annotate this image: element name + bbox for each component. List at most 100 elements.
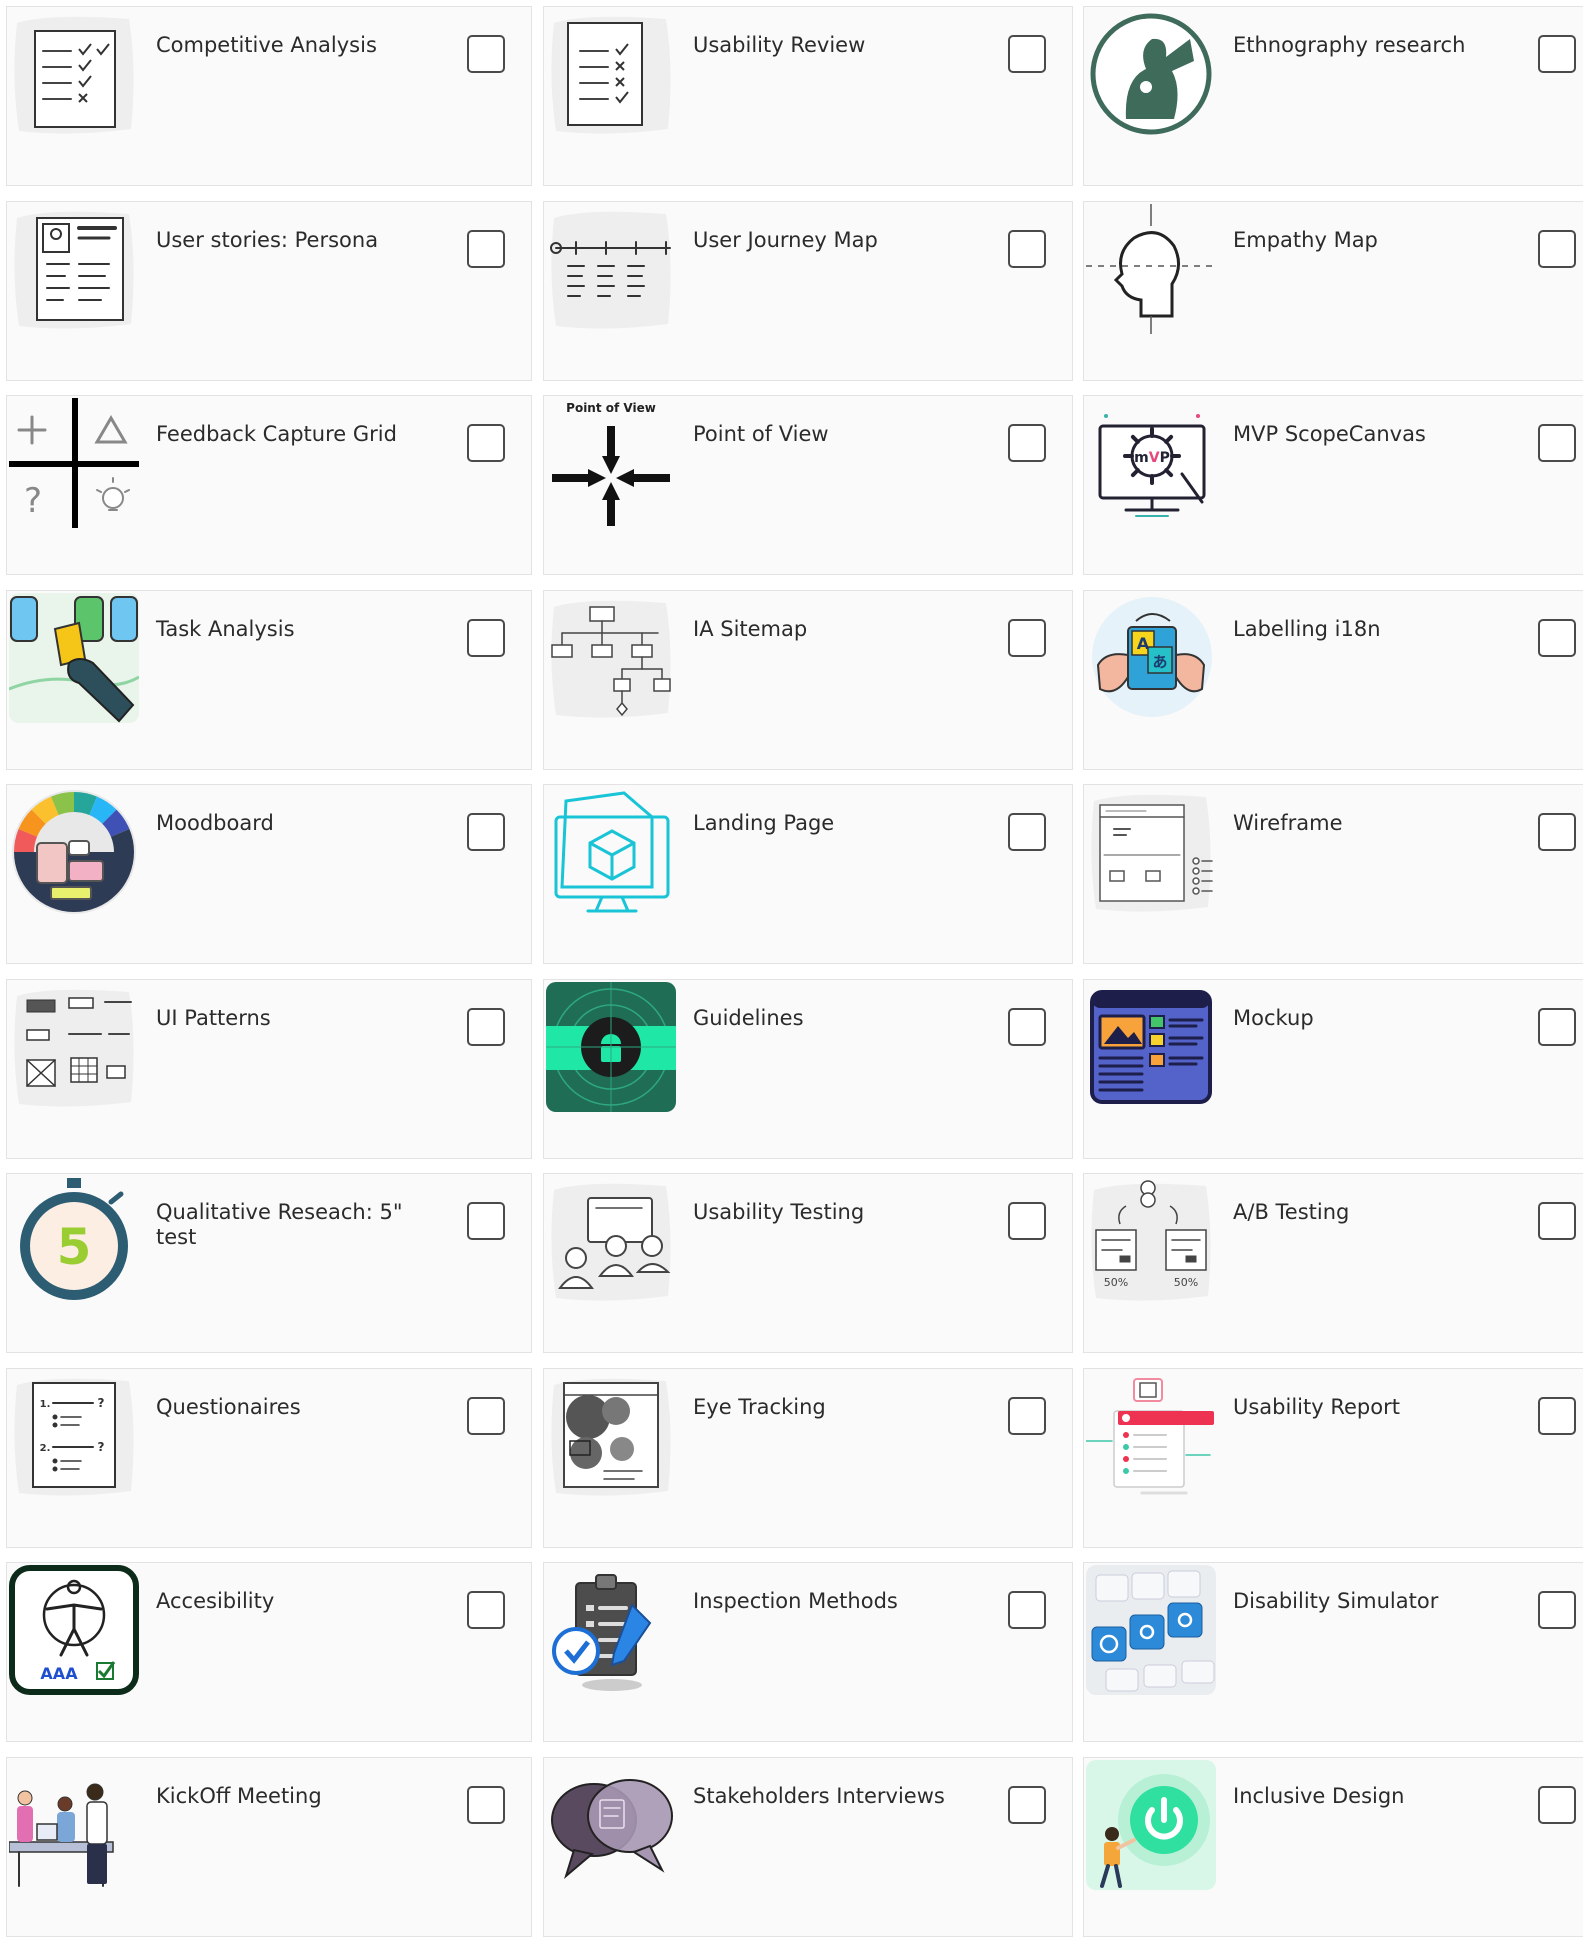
method-card-label: Empathy Map [1233, 227, 1378, 252]
svg-text:?: ? [24, 481, 42, 521]
method-card-checkbox[interactable] [1008, 424, 1046, 462]
mockup-browser-icon [1086, 982, 1216, 1112]
method-card-ethnography-research[interactable]: Ethnography research [1083, 6, 1583, 186]
method-card-guidelines[interactable]: Guidelines [543, 978, 1073, 1159]
method-card-ui-patterns[interactable]: UI Patterns [6, 978, 532, 1159]
method-card-label: Accesibility [156, 1589, 275, 1613]
method-card-label: Task Analysis [156, 616, 295, 641]
accessibility-keyboard-icon [1086, 1565, 1216, 1695]
method-card-questionaires[interactable]: 1.? 2.? Questionaires [6, 1367, 532, 1548]
method-card-label: Inclusive Design [1233, 1783, 1405, 1808]
method-card-a-b-testing[interactable]: 50% 50% A/B Testing [1083, 1173, 1583, 1353]
method-card-inclusive-design[interactable]: Inclusive Design [1083, 1756, 1583, 1937]
method-card-checkbox[interactable] [1538, 618, 1576, 657]
heatmap-page-icon [546, 1371, 676, 1501]
method-card-checkbox[interactable] [467, 424, 505, 462]
color-wheel-icon [9, 787, 139, 917]
review-checklist-icon [546, 9, 676, 139]
method-card-checkbox[interactable] [1008, 1785, 1046, 1824]
method-card-checkbox[interactable] [1008, 1591, 1046, 1629]
method-card-mvp-scopecanvas[interactable]: mVP MVP ScopeCanvas [1083, 395, 1583, 575]
method-card-checkbox[interactable] [467, 1591, 505, 1629]
accessibility-aaa-icon: AAA [9, 1565, 139, 1695]
method-card-disability-simulator[interactable]: Disability Simulator [1083, 1562, 1583, 1742]
method-card-usability-testing[interactable]: Usability Testing [543, 1173, 1073, 1353]
method-card-checkbox[interactable] [1008, 1202, 1046, 1240]
method-card-checkbox[interactable] [1538, 1591, 1576, 1629]
method-card-checkbox[interactable] [1538, 813, 1576, 851]
method-card-ia-sitemap[interactable]: IA Sitemap [543, 589, 1073, 770]
method-card-checkbox[interactable] [1008, 618, 1046, 657]
svg-text:あ: あ [1152, 653, 1167, 671]
svg-text:Point of View: Point of View [566, 401, 656, 415]
method-card-point-of-view[interactable]: Point of View Point of View [543, 395, 1073, 575]
method-card-checkbox[interactable] [467, 813, 505, 851]
method-card-label: Labelling i18n [1233, 616, 1381, 641]
method-card-qualitative-reseach-5-test[interactable]: 5 Qualitative Reseach: 5" test [6, 1173, 532, 1353]
converging-arrows-icon: Point of View [546, 398, 676, 528]
task-cards-hand-icon [9, 592, 139, 723]
method-card-checkbox[interactable] [1538, 35, 1576, 73]
method-card-usability-report[interactable]: Usability Report [1083, 1367, 1583, 1548]
method-card-grid: Competitive Analysis Usability Review Ethn… [0, 0, 1583, 1937]
method-card-checkbox[interactable] [467, 1785, 505, 1824]
method-card-label: A/B Testing [1233, 1200, 1350, 1224]
method-card-eye-tracking[interactable]: Eye Tracking [543, 1367, 1073, 1548]
persona-card-icon [9, 204, 139, 334]
method-card-label: Competitive Analysis [156, 33, 377, 57]
ui-patterns-sketch-icon [9, 982, 139, 1112]
method-card-checkbox[interactable] [467, 1396, 505, 1435]
speech-bubbles-icon [546, 1760, 676, 1890]
method-card-checkbox[interactable] [1538, 424, 1576, 462]
sitemap-tree-icon [546, 593, 676, 723]
ab-split-icon: 50% 50% [1086, 1176, 1216, 1306]
method-card-usability-review[interactable]: Usability Review [543, 6, 1073, 186]
head-profile-icon [1086, 203, 1216, 334]
method-card-user-stories-persona[interactable]: User stories: Persona [6, 200, 532, 381]
method-card-label: Qualitative Reseach: 5" test [156, 1200, 403, 1250]
method-card-checkbox[interactable] [1538, 1785, 1576, 1824]
method-card-checkbox[interactable] [1538, 1396, 1576, 1435]
power-button-icon [1086, 1759, 1216, 1890]
svg-text:?: ? [98, 1440, 105, 1454]
method-card-checkbox[interactable] [1008, 813, 1046, 851]
method-card-empathy-map[interactable]: Empathy Map [1083, 200, 1583, 381]
method-card-label: Wireframe [1233, 811, 1343, 835]
method-card-feedback-capture-grid[interactable]: ? Feedback Capture Grid [6, 395, 532, 575]
method-card-checkbox[interactable] [1008, 35, 1046, 73]
method-card-label: Eye Tracking [693, 1394, 826, 1419]
method-card-labelling-i18n[interactable]: A あ Labelling i18n [1083, 589, 1583, 770]
svg-text:?: ? [98, 1396, 105, 1410]
method-card-kickoff-meeting[interactable]: KickOff Meeting [6, 1756, 532, 1937]
method-card-inspection-methods[interactable]: Inspection Methods [543, 1562, 1073, 1742]
method-card-wireframe[interactable]: Wireframe [1083, 784, 1583, 964]
method-card-checkbox[interactable] [467, 229, 505, 268]
method-card-checkbox[interactable] [1008, 1007, 1046, 1046]
method-card-label: Point of View [693, 422, 829, 446]
method-card-checkbox[interactable] [1008, 1396, 1046, 1435]
method-card-user-journey-map[interactable]: User Journey Map [543, 200, 1073, 381]
method-card-moodboard[interactable]: Moodboard [6, 784, 532, 964]
wireframe-sketch-icon [1086, 787, 1216, 917]
method-card-mockup[interactable]: Mockup [1083, 978, 1583, 1159]
svg-text:2.: 2. [40, 1443, 51, 1454]
method-card-label: Landing Page [693, 811, 835, 835]
method-card-task-analysis[interactable]: Task Analysis [6, 589, 532, 770]
method-card-label: Questionaires [156, 1394, 301, 1419]
method-card-checkbox[interactable] [1538, 229, 1576, 268]
svg-text:50%: 50% [1174, 1276, 1198, 1289]
method-card-checkbox[interactable] [1538, 1202, 1576, 1240]
method-card-landing-page[interactable]: Landing Page [543, 784, 1073, 964]
method-card-checkbox[interactable] [467, 1202, 505, 1240]
method-card-checkbox[interactable] [467, 1007, 505, 1046]
translation-phone-icon: Aあ [1086, 593, 1216, 723]
method-card-label: Inspection Methods [693, 1589, 898, 1613]
method-card-checkbox[interactable] [467, 618, 505, 657]
method-card-checkbox[interactable] [1538, 1007, 1576, 1046]
method-card-competitive-analysis[interactable]: Competitive Analysis [6, 6, 532, 186]
method-card-stakeholders-interviews[interactable]: Stakeholders Interviews [543, 1756, 1073, 1937]
method-card-label: Moodboard [156, 811, 274, 835]
method-card-checkbox[interactable] [467, 35, 505, 73]
method-card-checkbox[interactable] [1008, 229, 1046, 268]
method-card-accesibility[interactable]: AAA Accesibility [6, 1562, 532, 1742]
